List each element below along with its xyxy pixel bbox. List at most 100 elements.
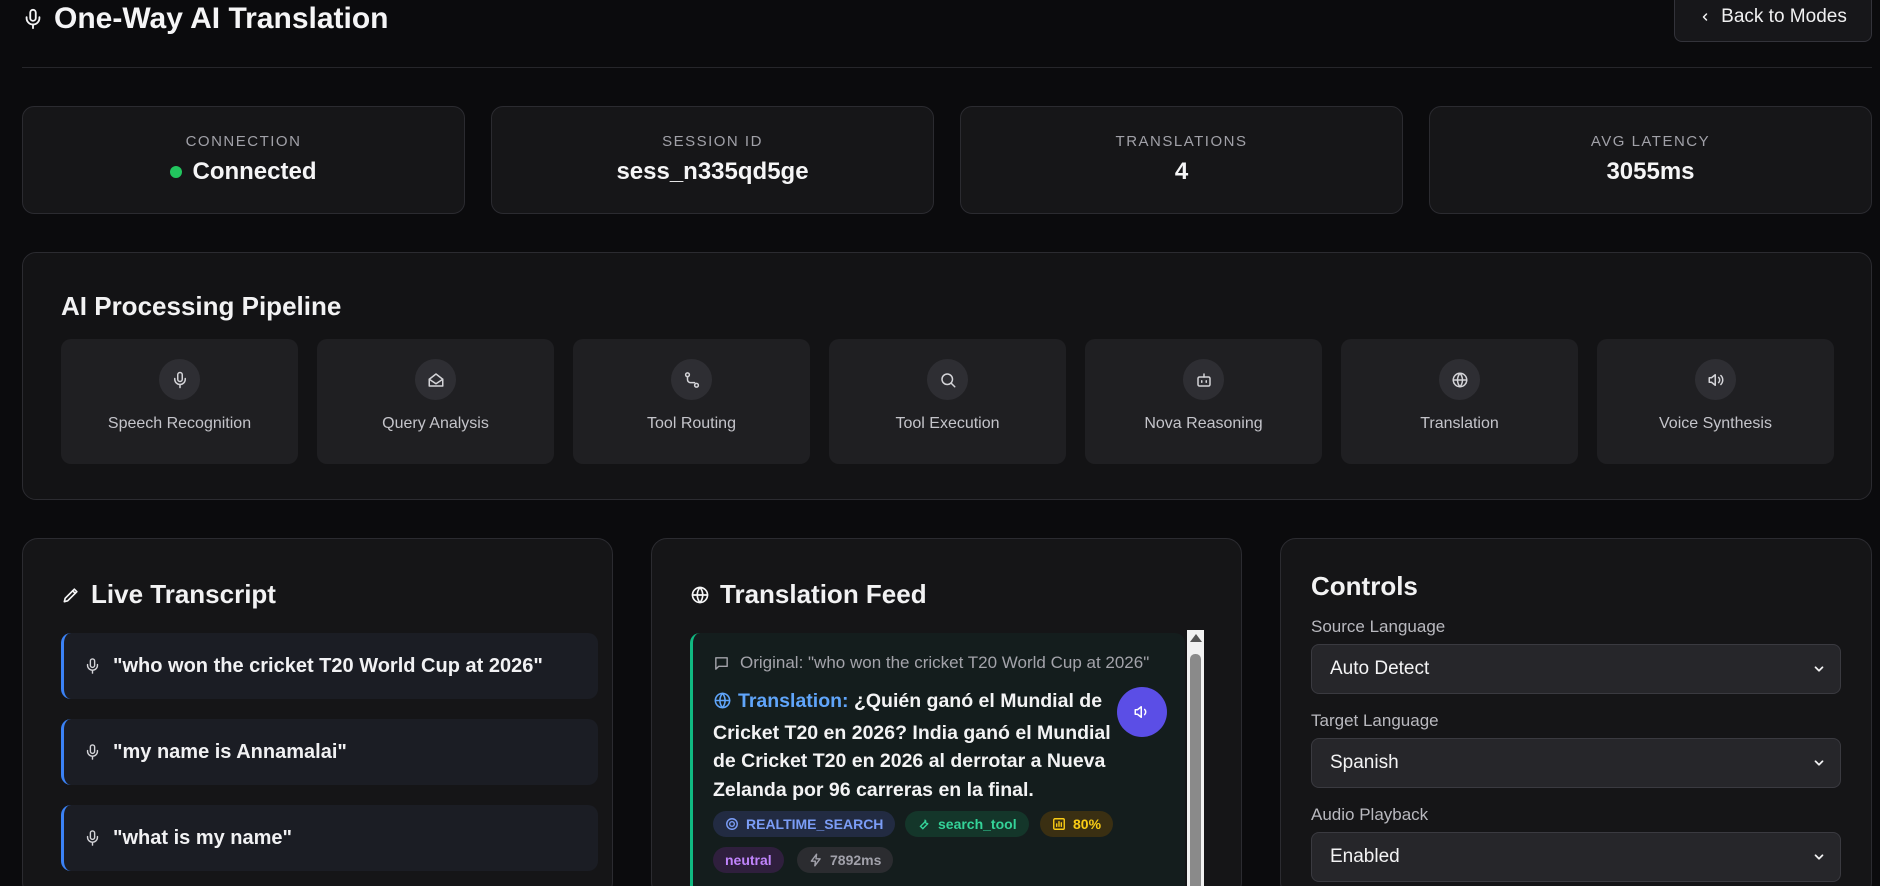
speaker-icon [1695, 359, 1736, 400]
live-transcript-title-text: Live Transcript [91, 579, 276, 609]
chevron-down-icon [1812, 662, 1826, 676]
stage-tool-execution: Tool Execution [829, 339, 1066, 464]
stage-label: Tool Routing [647, 415, 736, 432]
stat-card-session: SESSION ID sess_n335qd5ge [491, 106, 934, 214]
inbox-icon [415, 359, 456, 400]
message-icon [713, 655, 730, 672]
page-title: One-Way AI Translation [22, 2, 389, 36]
stat-label: TRANSLATIONS [1115, 133, 1248, 150]
globe-icon [1439, 359, 1480, 400]
target-icon [726, 818, 738, 830]
globe-icon [713, 690, 732, 719]
controls-title: Controls [1311, 571, 1418, 601]
transcript-text: "what is my name" [113, 826, 293, 849]
live-transcript-panel: Live Transcript "who won the cricket T20… [22, 538, 613, 886]
stat-value: Connected [23, 158, 464, 186]
tool-text: search_tool [938, 816, 1017, 832]
chevron-down-icon [1812, 756, 1826, 770]
transcript-text: "my name is Annamalai" [113, 740, 347, 763]
stage-label: Translation [1420, 415, 1499, 432]
mic-icon [84, 743, 101, 761]
stage-nova-reasoning: Nova Reasoning [1085, 339, 1322, 464]
intent-text: REALTIME_SEARCH [746, 816, 884, 832]
mic-icon [84, 829, 101, 847]
mic-icon [159, 359, 200, 400]
route-icon [671, 359, 712, 400]
original-text-value: Original: "who won the cricket T20 World… [740, 653, 1150, 672]
translation-feed-title: Translation Feed [690, 579, 927, 610]
chevron-down-icon [1812, 850, 1826, 864]
target-language-value: Spanish [1330, 752, 1399, 773]
wrench-icon [919, 819, 929, 830]
stage-label: Voice Synthesis [1659, 415, 1772, 432]
session-id-value: sess_n335qd5ge [616, 158, 809, 185]
stage-voice-synthesis: Voice Synthesis [1597, 339, 1834, 464]
translation-text: Translation: ¿Quién ganó el Mundial de C… [713, 687, 1113, 804]
back-button-label: Back to Modes [1721, 6, 1847, 27]
scroll-up-arrow[interactable] [1190, 634, 1202, 642]
translation-feed-title-text: Translation Feed [720, 579, 927, 609]
audio-playback-label: Audio Playback [1311, 805, 1429, 824]
stage-tool-routing: Tool Routing [573, 339, 810, 464]
mic-icon [84, 657, 101, 675]
latency-badge: 7892ms [797, 847, 894, 873]
latency-text: 7892ms [830, 852, 882, 868]
stage-speech-recognition: Speech Recognition [61, 339, 298, 464]
audio-playback-select[interactable]: Enabled [1311, 832, 1841, 882]
sentiment-badge: neutral [713, 847, 784, 873]
stat-label: SESSION ID [662, 133, 763, 150]
intent-badge: REALTIME_SEARCH [713, 811, 896, 837]
sentiment-text: neutral [725, 852, 772, 868]
lightning-icon [810, 853, 821, 867]
stat-label: CONNECTION [185, 133, 302, 150]
back-to-modes-button[interactable]: Back to Modes [1674, 0, 1872, 42]
stage-label: Tool Execution [895, 415, 1000, 432]
translation-feed-panel: Translation Feed Original: "who won the … [651, 538, 1242, 886]
target-language-select[interactable]: Spanish [1311, 738, 1841, 788]
pipeline-panel: AI Processing Pipeline Speech Recognitio… [22, 252, 1872, 500]
stage-query-analysis: Query Analysis [317, 339, 554, 464]
stats-row: CONNECTION Connected SESSION ID sess_n33… [22, 106, 1872, 214]
stage-label: Speech Recognition [107, 415, 252, 432]
play-audio-button[interactable] [1117, 687, 1167, 737]
transcript-text: "who won the cricket T20 World Cup at 20… [113, 654, 543, 677]
translations-count: 4 [1174, 158, 1189, 185]
stat-label: AVG LATENCY [1590, 133, 1711, 150]
pencil-icon [61, 585, 81, 605]
confidence-badge: 80% [1040, 811, 1114, 837]
pipeline-title: AI Processing Pipeline [61, 291, 342, 321]
mic-icon [22, 7, 44, 31]
stat-card-latency: AVG LATENCY 3055ms [1429, 106, 1872, 214]
source-language-value: Auto Detect [1330, 658, 1430, 679]
controls-panel: Controls Source Language Auto Detect Tar… [1280, 538, 1872, 886]
scroll-thumb[interactable] [1190, 654, 1201, 886]
status-dot [170, 166, 183, 178]
stage-label: Query Analysis [382, 415, 489, 432]
feed-scrollbar[interactable] [1187, 630, 1204, 886]
stat-card-translations: TRANSLATIONS 4 [960, 106, 1403, 214]
source-language-select[interactable]: Auto Detect [1311, 644, 1841, 694]
stage-label: Nova Reasoning [1144, 415, 1263, 432]
stat-card-connection: CONNECTION Connected [22, 106, 465, 214]
search-icon [927, 359, 968, 400]
confidence-text: 80% [1073, 816, 1102, 832]
speaker-icon [1134, 706, 1147, 718]
source-language-label: Source Language [1311, 617, 1446, 636]
translation-label: Translation: [738, 690, 849, 712]
page-title-text: One-Way AI Translation [54, 2, 389, 35]
transcript-item: "who won the cricket T20 World Cup at 20… [61, 633, 598, 699]
stage-translation: Translation [1341, 339, 1578, 464]
avg-latency-value: 3055ms [1606, 158, 1695, 185]
chart-icon [1053, 818, 1065, 830]
transcript-item: "my name is Annamalai" [61, 719, 598, 785]
bot-icon [1183, 359, 1224, 400]
page-header: One-Way AI Translation Back to Modes [22, 0, 1872, 68]
tool-badge: search_tool [905, 811, 1029, 837]
connection-status: Connected [192, 158, 317, 185]
audio-playback-value: Enabled [1330, 846, 1400, 867]
translation-entry: Original: "who won the cricket T20 World… [690, 633, 1185, 886]
transcript-item: "what is my name" [61, 805, 598, 871]
chevron-left-icon [1699, 10, 1711, 24]
live-transcript-title: Live Transcript [61, 579, 276, 610]
original-text: Original: "who won the cricket T20 World… [713, 653, 1149, 673]
